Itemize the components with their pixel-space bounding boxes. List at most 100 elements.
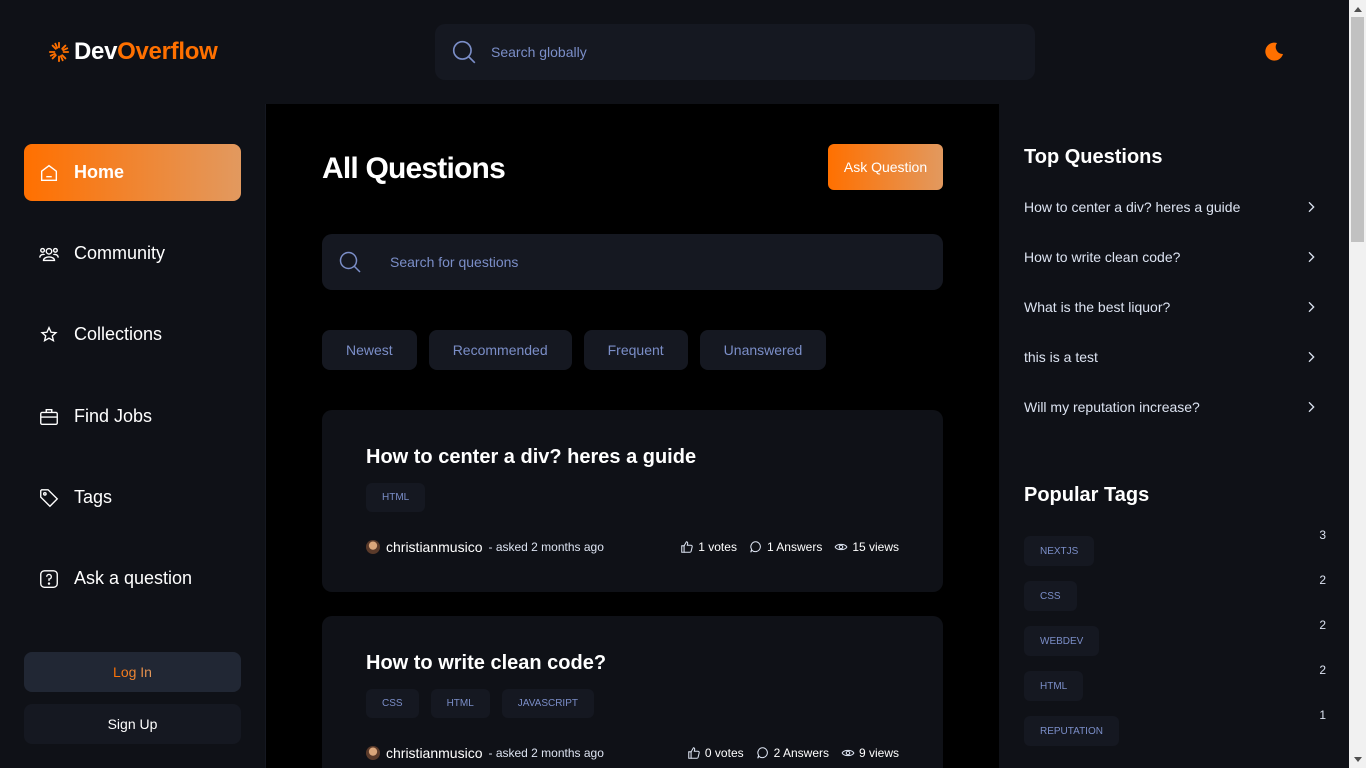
page-scrollbar[interactable] <box>1349 0 1366 768</box>
sidebar-item-home[interactable]: Home <box>24 144 241 201</box>
votes-stat: 0 votes <box>687 746 744 760</box>
sidebar-item-ask-question[interactable]: Ask a question <box>24 550 241 607</box>
tag-count: 2 <box>1319 618 1326 632</box>
sidebar-item-label: Collections <box>74 324 163 344</box>
author[interactable]: christianmusico - asked 2 months ago <box>366 745 604 761</box>
tag-badge[interactable]: HTML <box>430 689 490 718</box>
author-name: christianmusico <box>386 745 483 761</box>
avatar <box>366 540 380 554</box>
top-question-item[interactable]: What is the best liquor? <box>1024 299 1319 315</box>
signup-button[interactable]: Sign Up <box>24 704 241 744</box>
question-meta: christianmusico - asked 2 months ago 1 v… <box>366 539 899 555</box>
filter-frequent[interactable]: Frequent <box>583 330 688 370</box>
tag-badge[interactable]: NEXTJS <box>1024 536 1095 566</box>
question-search <box>322 234 943 290</box>
chevron-right-icon <box>1308 201 1315 213</box>
filter-tabs: Newest Recommended Frequent Unanswered <box>322 330 827 370</box>
tag-badge[interactable]: HTML <box>1024 671 1084 701</box>
votes-count: 1 votes <box>698 540 737 554</box>
suitcase-icon <box>40 408 58 425</box>
question-title[interactable]: How to write clean code? <box>366 652 899 675</box>
tag-badge[interactable]: CSS <box>366 689 419 718</box>
global-search-input[interactable] <box>491 44 971 60</box>
users-icon <box>39 247 59 261</box>
tag-badge[interactable]: CSS <box>1024 581 1077 611</box>
question-tags: HTML <box>366 483 899 512</box>
question-title[interactable]: How to center a div? heres a guide <box>366 446 899 469</box>
logo[interactable]: DevOverflow <box>48 38 218 66</box>
sidebar-item-label: Ask a question <box>74 568 193 588</box>
left-sidebar: Home Community Collections Find Jobs Tag… <box>0 104 266 768</box>
views-count: 15 views <box>852 540 899 554</box>
top-question-text: this is a test <box>1024 349 1098 365</box>
chevron-right-icon <box>1308 301 1315 313</box>
filter-unanswered[interactable]: Unanswered <box>699 330 827 370</box>
chevron-right-icon <box>1308 351 1315 363</box>
logo-icon <box>48 41 70 63</box>
thumbs-up-icon <box>681 541 693 553</box>
filter-newest[interactable]: Newest <box>322 330 417 370</box>
tag-count: 1 <box>1319 708 1326 722</box>
sidebar-item-label: Home <box>74 162 125 182</box>
popular-tag-row: HTML 2 <box>1024 663 1326 701</box>
sidebar-item-label: Find Jobs <box>74 406 153 426</box>
scroll-down-arrow[interactable] <box>1349 751 1366 768</box>
sidebar-item-label: Tags <box>74 487 113 507</box>
sidebar-item-collections[interactable]: Collections <box>24 306 241 363</box>
popular-tags-title: Popular Tags <box>1024 484 1150 506</box>
question-icon <box>40 569 58 588</box>
tag-badge[interactable]: HTML <box>366 483 426 512</box>
votes-stat: 1 votes <box>680 540 737 554</box>
top-question-text: Will my reputation increase? <box>1024 399 1200 415</box>
question-card: How to write clean code? CSS HTML JAVASC… <box>322 616 943 768</box>
caret-up-icon <box>1353 6 1362 12</box>
caret-down-icon <box>1353 756 1362 762</box>
question-search-input[interactable] <box>390 254 870 270</box>
asked-time: - asked 2 months ago <box>488 746 604 760</box>
chevron-right-icon <box>1308 401 1315 413</box>
ask-question-button[interactable]: Ask Question <box>828 144 943 190</box>
top-question-item[interactable]: How to center a div? heres a guide <box>1024 199 1319 215</box>
scroll-thumb[interactable] <box>1351 17 1364 242</box>
top-question-item[interactable]: How to write clean code? <box>1024 249 1319 265</box>
page-title: All Questions <box>322 152 506 185</box>
tag-count: 3 <box>1319 528 1326 542</box>
message-icon <box>756 747 768 759</box>
popular-tag-row: WEBDEV 2 <box>1024 618 1326 656</box>
brand-name: DevOverflow <box>74 38 218 66</box>
sidebar-item-label: Community <box>74 243 166 263</box>
votes-count: 0 votes <box>704 746 744 760</box>
global-search <box>435 24 1035 80</box>
sidebar-item-tags[interactable]: Tags <box>24 469 241 526</box>
asked-time: - asked 2 months ago <box>488 540 604 554</box>
sidebar-item-community[interactable]: Community <box>24 225 241 282</box>
signup-label: Sign Up <box>107 716 158 732</box>
tag-badge[interactable]: WEBDEV <box>1024 626 1100 656</box>
search-icon <box>452 40 476 64</box>
top-question-text: How to center a div? heres a guide <box>1024 199 1241 215</box>
tag-badge[interactable]: JAVASCRIPT <box>501 689 594 718</box>
question-tags: CSS HTML JAVASCRIPT <box>366 689 899 718</box>
tag-count: 2 <box>1319 573 1326 587</box>
scroll-up-arrow[interactable] <box>1349 0 1366 17</box>
login-label: Log In <box>113 664 152 680</box>
answers-count: 1 Answers <box>766 540 823 554</box>
top-question-item[interactable]: this is a test <box>1024 349 1319 365</box>
right-sidebar: Top Questions How to center a div? heres… <box>999 104 1349 768</box>
main-content: All Questions Ask Question Newest Recomm… <box>266 104 999 768</box>
author[interactable]: christianmusico - asked 2 months ago <box>366 539 604 555</box>
sidebar-item-find-jobs[interactable]: Find Jobs <box>24 388 241 445</box>
login-button[interactable]: Log In <box>24 652 241 692</box>
tag-count: 2 <box>1319 663 1326 677</box>
views-stat: 9 views <box>841 746 899 760</box>
filter-recommended[interactable]: Recommended <box>428 330 572 370</box>
views-count: 9 views <box>858 746 899 760</box>
tag-badge[interactable]: REPUTATION <box>1024 716 1119 746</box>
theme-toggle[interactable] <box>1262 40 1286 64</box>
moon-icon <box>1265 42 1283 61</box>
top-question-item[interactable]: Will my reputation increase? <box>1024 399 1319 415</box>
top-navbar: DevOverflow <box>0 0 1349 104</box>
author-name: christianmusico <box>386 539 483 555</box>
message-icon <box>750 541 761 553</box>
answers-stat: 2 Answers <box>756 746 829 760</box>
